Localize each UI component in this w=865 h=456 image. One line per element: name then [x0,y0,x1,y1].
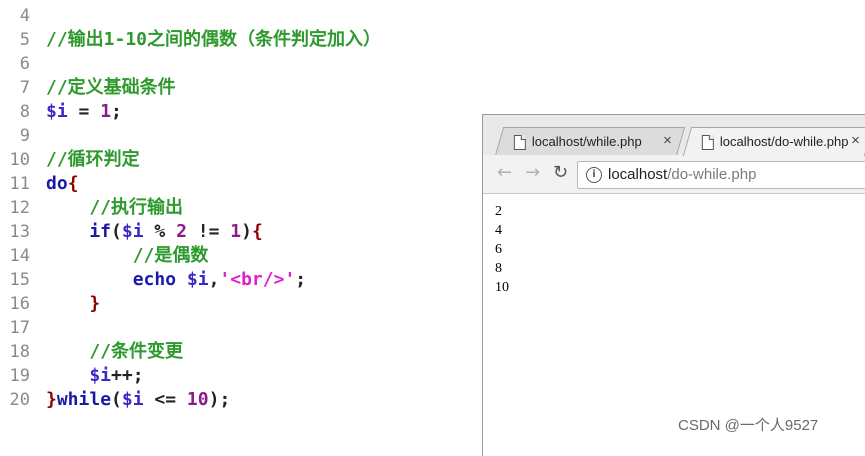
code-token: if [46,221,112,242]
code-token: //条件变更 [46,341,184,362]
line-number: 20 [9,390,30,410]
line-number: 14 [9,246,30,266]
code-token: $i [46,101,68,122]
code-token: '<br/>' [219,269,296,290]
browser-window: localhost/while.php × localhost/do-while… [482,114,865,456]
line-number: 7 [19,78,30,98]
code-token: //循环判定 [46,149,140,170]
code-token: $i [121,221,144,242]
code-token: } [46,293,101,314]
code-text: $i = 1; [46,100,122,124]
line-number: 16 [9,294,30,314]
output-line: 2 [495,204,502,219]
browser-toolbar: ← → ↻ i localhost/do-while.php [483,155,865,194]
code-token: //输出1-10之间的偶数（条件判定加入） [46,29,382,50]
back-arrow-icon[interactable]: ← [497,163,512,183]
line-number: 13 [9,222,30,242]
info-icon[interactable]: i [586,167,602,183]
code-token: $i [186,269,209,290]
code-token: != [186,221,231,242]
line-number: 4 [19,6,30,26]
code-text: //执行输出 [46,196,183,220]
code-text: echo $i,'<br/>'; [46,268,306,292]
code-line: 5 //输出1-10之间的偶数（条件判定加入） [0,28,865,52]
code-text: //循环判定 [46,148,140,172]
code-token: do [46,173,68,194]
line-number: 19 [9,366,30,386]
tab-do-while-php[interactable]: localhost/do-while.php × [682,127,865,156]
code-text: //条件变更 [46,340,183,364]
code-token: 2 [176,221,187,242]
code-token: ( [111,389,122,410]
code-token: } [46,389,57,410]
page-icon [513,135,526,150]
code-token: % [143,221,177,242]
code-token: ++; [111,365,144,386]
code-line: 6 [0,52,865,76]
code-token: $i [46,365,112,386]
close-icon[interactable]: × [663,132,672,149]
code-text: //定义基础条件 [46,76,176,100]
address-bar[interactable]: i localhost/do-while.php [577,161,865,189]
output-line: 4 [495,223,502,238]
line-number: 6 [19,54,30,74]
output-line: 8 [495,261,502,276]
output-line: 6 [495,242,502,257]
url-text: localhost/do-while.php [608,166,757,183]
code-token: { [251,221,263,242]
page-icon [701,135,714,150]
code-text: $i++; [46,364,144,388]
code-token: 1 [230,221,242,242]
tab-title: localhost/while.php [531,134,642,149]
close-icon[interactable]: × [851,132,860,149]
code-token: //是偶数 [46,245,209,266]
output-line: 10 [495,280,509,295]
code-token: $i [121,389,144,410]
code-token: ; [295,269,307,290]
code-token: echo [46,269,187,290]
tab-title: localhost/do-while.php [719,134,849,149]
line-number: 17 [9,318,30,338]
code-token: 10 [186,389,209,410]
code-token: ) [241,221,252,242]
line-number: 9 [19,126,30,146]
code-text: }while($i <= 10); [46,388,230,412]
code-token: //执行输出 [46,197,184,218]
reload-icon[interactable]: ↻ [553,163,568,183]
line-number: 18 [9,342,30,362]
code-text: } [46,292,100,316]
code-token: ( [111,221,122,242]
code-text: do{ [46,172,79,196]
line-number: 10 [9,150,30,170]
code-line: 4 [0,4,865,28]
code-token: //定义基础条件 [46,77,176,98]
code-token: { [67,173,79,194]
line-number: 8 [19,102,30,122]
forward-arrow-icon[interactable]: → [525,163,540,183]
code-token: = [67,101,101,122]
code-token: <= [143,389,187,410]
code-text: //是偶数 [46,244,209,268]
code-token: while [56,389,112,410]
code-token: ); [208,389,231,410]
code-text: if($i % 2 != 1){ [46,220,263,244]
code-token: ; [111,101,122,122]
code-line: 7 //定义基础条件 [0,76,865,100]
csdn-watermark: CSDN @一个人9527 [678,417,819,434]
line-number: 12 [9,198,30,218]
code-text: //输出1-10之间的偶数（条件判定加入） [46,28,381,52]
code-token: , [208,269,220,290]
tab-strip: localhost/while.php × localhost/do-while… [483,115,865,156]
code-token: 1 [100,101,112,122]
line-number: 5 [19,30,30,50]
line-number: 15 [9,270,30,290]
line-number: 11 [9,174,30,194]
tab-while-php[interactable]: localhost/while.php × [494,127,686,156]
